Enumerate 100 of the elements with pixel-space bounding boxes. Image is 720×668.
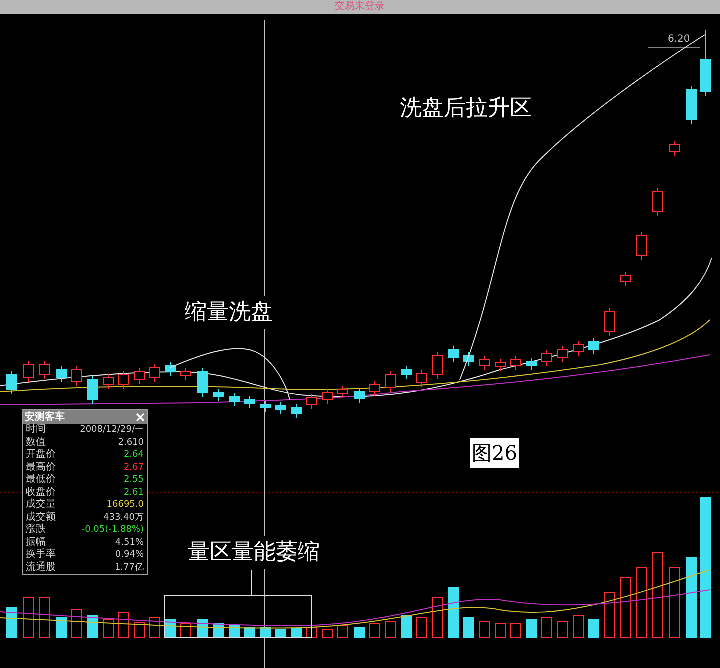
volume-bar bbox=[6, 608, 18, 638]
volume-bar bbox=[72, 610, 82, 638]
field-value: 2.64 bbox=[124, 449, 144, 462]
candlestick bbox=[670, 140, 680, 156]
candlestick bbox=[652, 188, 664, 216]
volume-bar bbox=[480, 622, 490, 638]
candlestick bbox=[480, 356, 490, 370]
candlestick bbox=[354, 388, 366, 404]
candlestick bbox=[604, 308, 616, 336]
field-label: 时间 bbox=[26, 424, 46, 436]
field-value: 2.610 bbox=[118, 436, 144, 449]
volume-bar bbox=[40, 598, 50, 638]
volume-bar bbox=[496, 624, 506, 638]
volume-bar bbox=[464, 618, 474, 638]
volume-bar bbox=[448, 588, 460, 638]
candlestick bbox=[56, 366, 68, 382]
field-value: -0.05(-1.88%) bbox=[82, 524, 144, 536]
candlestick bbox=[40, 360, 50, 380]
field-label: 换手率 bbox=[26, 549, 56, 562]
field-value: 2.61 bbox=[124, 486, 144, 499]
field-label: 开盘价 bbox=[26, 449, 56, 462]
candlestick bbox=[464, 352, 474, 366]
candlestick bbox=[402, 366, 412, 380]
candlestick bbox=[574, 340, 584, 356]
volume-bar bbox=[244, 628, 256, 638]
candlestick bbox=[620, 272, 632, 286]
volume-bar bbox=[104, 620, 114, 638]
field-label: 最高价 bbox=[26, 462, 56, 474]
candlestick bbox=[104, 374, 114, 390]
volume-bar bbox=[24, 598, 34, 638]
candlestick bbox=[244, 396, 256, 408]
field-value: 4.51% bbox=[115, 536, 144, 549]
candlestick bbox=[6, 370, 18, 394]
field-value: 433.40万 bbox=[104, 512, 144, 524]
candlestick bbox=[496, 358, 506, 372]
field-value: 2.67 bbox=[124, 462, 144, 474]
price-label: 6.20 bbox=[668, 34, 690, 46]
volume-bar bbox=[588, 620, 600, 638]
field-label: 成交额 bbox=[26, 512, 56, 524]
candlestick bbox=[338, 386, 348, 398]
window-title: 交易未登录 bbox=[334, 0, 386, 14]
candlestick bbox=[558, 346, 568, 362]
candlestick bbox=[636, 232, 648, 260]
volume-bar bbox=[510, 624, 522, 638]
volume-bar bbox=[574, 616, 584, 638]
candlestick bbox=[510, 356, 522, 370]
volume-bar bbox=[260, 628, 272, 638]
volume-bar bbox=[198, 620, 208, 638]
volume-bar bbox=[542, 618, 552, 638]
candlestick bbox=[134, 368, 146, 384]
candlestick bbox=[588, 338, 600, 354]
field-value: 16695.0 bbox=[106, 499, 144, 512]
candlestick bbox=[24, 360, 34, 382]
candlestick bbox=[276, 402, 286, 414]
field-label: 振幅 bbox=[26, 536, 46, 548]
volume-bar bbox=[56, 618, 68, 638]
candlestick bbox=[198, 368, 208, 398]
volume-bar bbox=[88, 616, 98, 638]
annotation-text: 缩量洗盘 bbox=[185, 296, 273, 329]
close-icon[interactable] bbox=[136, 412, 145, 422]
volume-bar bbox=[526, 620, 538, 638]
volume-bar bbox=[370, 624, 380, 638]
volume-bar bbox=[604, 592, 616, 638]
volume-bar bbox=[338, 626, 348, 638]
candlestick bbox=[448, 346, 460, 362]
candlestick bbox=[686, 86, 698, 124]
volume-bar bbox=[230, 626, 240, 638]
volume-bar bbox=[636, 568, 648, 638]
volume-bar bbox=[354, 628, 366, 638]
volume-bar bbox=[558, 622, 568, 638]
figure-label: 图26 bbox=[470, 438, 520, 468]
annotation-text: 量区量能萎缩 bbox=[188, 536, 320, 569]
volume-bar bbox=[306, 628, 318, 638]
field-label: 涨跌 bbox=[26, 524, 46, 536]
volume-bar bbox=[150, 618, 160, 638]
volume-bar bbox=[416, 618, 428, 638]
volume-bar bbox=[432, 598, 444, 638]
candlestick bbox=[180, 368, 192, 380]
candlestick bbox=[88, 376, 98, 404]
candlestick bbox=[432, 352, 444, 380]
candlestick bbox=[306, 394, 318, 410]
field-value: 2008/12/29/一 bbox=[80, 424, 144, 436]
candlestick bbox=[292, 404, 302, 418]
field-label: 最低价 bbox=[26, 474, 56, 486]
candlestick bbox=[214, 388, 224, 402]
panel-title: 安测客车 bbox=[25, 410, 65, 424]
candlestick bbox=[542, 350, 552, 366]
volume-bar bbox=[620, 578, 632, 638]
volume-bar bbox=[292, 628, 302, 638]
candlestick bbox=[72, 366, 82, 386]
volume-bar bbox=[386, 622, 396, 638]
volume-bar bbox=[180, 624, 192, 638]
field-value: 0.94% bbox=[115, 549, 144, 562]
volume-bar bbox=[166, 620, 176, 638]
candlestick bbox=[166, 362, 176, 376]
field-label: 流通股 bbox=[26, 562, 56, 574]
candlestick bbox=[416, 370, 428, 388]
candlestick bbox=[118, 370, 130, 390]
field-label: 成交量 bbox=[26, 499, 56, 512]
volume-bar bbox=[322, 630, 334, 638]
